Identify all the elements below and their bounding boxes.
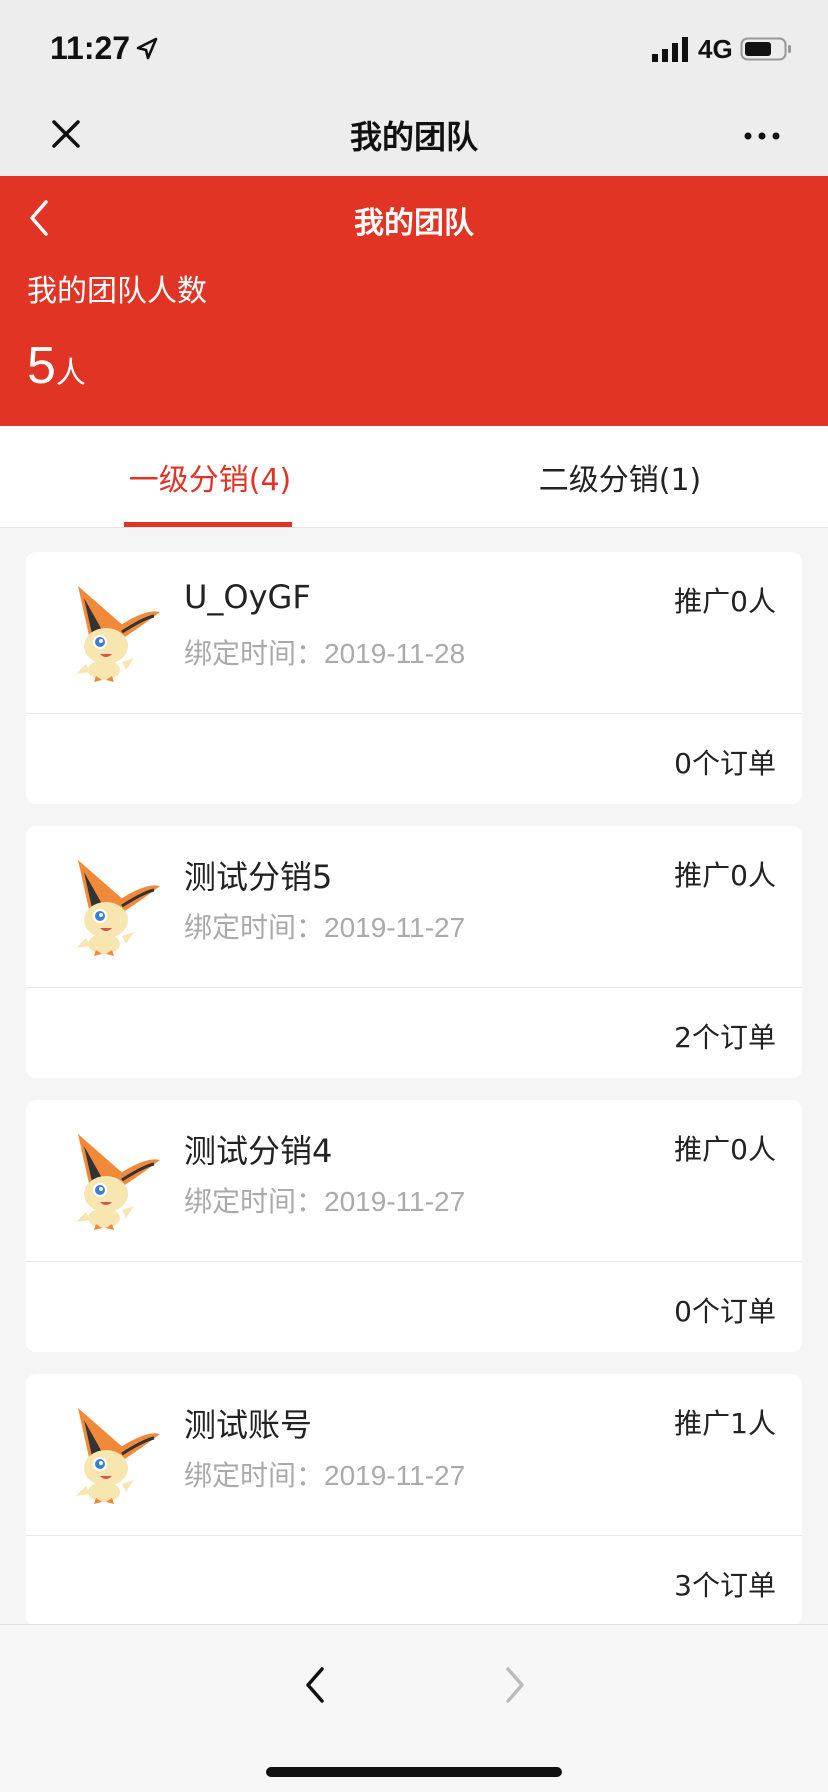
- bind-date: 2019-11-27: [324, 1186, 466, 1217]
- promote-count: 推广1人: [674, 1407, 776, 1440]
- team-size-label: 我的团队人数: [27, 274, 207, 309]
- avatar: [74, 1132, 162, 1232]
- team-header: 我的团队 我的团队人数 5人: [0, 176, 828, 426]
- battery-icon: [740, 37, 791, 61]
- nav-forward-icon[interactable]: [494, 1661, 534, 1709]
- bind-time-label: 绑定时间：: [184, 637, 325, 670]
- member-card[interactable]: U_OyGF 绑定时间：2019-11-28 推广0人 0个订单: [26, 552, 802, 804]
- distribution-tabs: 一级分销(4) 二级分销(1): [0, 426, 828, 528]
- team-size-number: 5: [27, 337, 56, 395]
- wechat-title: 我的团队: [349, 118, 478, 156]
- member-card-header: 测试账号 绑定时间：2019-11-27 推广1人: [26, 1374, 802, 1536]
- network-label: 4G: [698, 34, 733, 64]
- bind-time: 绑定时间：2019-11-27: [184, 906, 465, 946]
- home-indicator: [266, 1767, 562, 1777]
- bind-date: 2019-11-27: [324, 912, 466, 943]
- member-card[interactable]: 测试分销4 绑定时间：2019-11-27 推广0人 0个订单: [26, 1100, 802, 1352]
- promote-count: 推广0人: [674, 585, 776, 618]
- member-name: 测试账号: [184, 1406, 313, 1444]
- wechat-nav-bar: 我的团队: [0, 96, 828, 176]
- more-dots-icon[interactable]: [740, 118, 784, 154]
- member-card-header: 测试分销4 绑定时间：2019-11-27 推广0人: [26, 1100, 802, 1262]
- bind-time-label: 绑定时间：: [184, 911, 325, 944]
- avatar: [74, 1406, 162, 1506]
- order-count: 3个订单: [674, 1569, 776, 1602]
- bind-time: 绑定时间：2019-11-27: [184, 1180, 465, 1220]
- bind-date: 2019-11-28: [324, 638, 466, 669]
- member-name: 测试分销5: [184, 858, 333, 896]
- member-card[interactable]: 测试分销5 绑定时间：2019-11-27 推广0人 2个订单: [26, 826, 802, 1078]
- status-time: 11:27: [50, 30, 131, 66]
- browser-bottom-bar: [0, 1624, 828, 1792]
- status-bar: 11:27 4G: [0, 0, 828, 96]
- bind-time-label: 绑定时间：: [184, 1459, 325, 1492]
- page-title: 我的团队: [354, 206, 474, 241]
- tab-level-one[interactable]: 一级分销(4): [110, 426, 310, 528]
- avatar: [74, 584, 162, 684]
- promote-count: 推广0人: [674, 1133, 776, 1166]
- bind-date: 2019-11-27: [324, 1460, 466, 1491]
- order-count: 0个订单: [674, 1295, 776, 1328]
- order-count: 2个订单: [674, 1021, 776, 1054]
- promote-count: 推广0人: [674, 859, 776, 892]
- member-card-header: U_OyGF 绑定时间：2019-11-28 推广0人: [26, 552, 802, 714]
- member-card-header: 测试分销5 绑定时间：2019-11-27 推广0人: [26, 826, 802, 988]
- member-name: U_OyGF: [184, 578, 311, 616]
- avatar: [74, 858, 162, 958]
- team-size-value: 5人: [27, 336, 86, 396]
- signal-icon: [652, 37, 688, 62]
- bind-time: 绑定时间：2019-11-27: [184, 1454, 465, 1494]
- bind-time-label: 绑定时间：: [184, 1185, 325, 1218]
- order-count: 0个订单: [674, 747, 776, 780]
- member-name: 测试分销4: [184, 1132, 333, 1170]
- team-size-unit: 人: [55, 356, 86, 391]
- member-card[interactable]: 测试账号 绑定时间：2019-11-27 推广1人 3个订单: [26, 1374, 802, 1626]
- active-tab-indicator: [124, 522, 292, 527]
- location-arrow-icon: [136, 37, 158, 60]
- bind-time: 绑定时间：2019-11-28: [184, 632, 465, 672]
- nav-back-icon[interactable]: [296, 1661, 336, 1709]
- tab-level-two[interactable]: 二级分销(1): [520, 426, 720, 528]
